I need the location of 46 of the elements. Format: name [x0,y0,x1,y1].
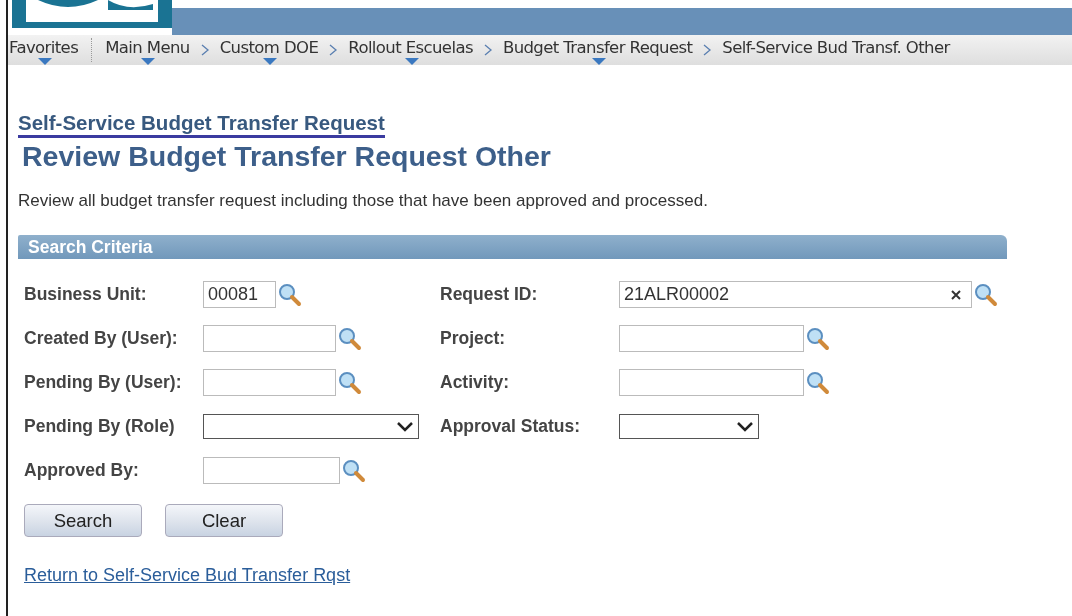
field-label: Business Unit: [24,284,148,305]
dropdown-icon[interactable] [141,58,156,65]
field-label: Activity: [440,372,511,393]
field-label: Project: [440,328,507,349]
breadcrumb-link[interactable]: Main Menu [104,35,193,65]
input-field[interactable] [203,369,336,396]
dropdown[interactable] [619,414,759,439]
dropdown-icon[interactable] [404,58,419,65]
dropdown-icon[interactable] [591,58,606,65]
page-description: Review all budget transfer request including those that have been approved and processed. [18,191,709,211]
close-icon[interactable] [951,290,961,300]
input-field[interactable] [619,325,804,352]
field-label: Pending By (User): [24,372,183,393]
input-field[interactable] [203,325,336,352]
section-header: Search Criteria [18,235,1007,259]
field-label: Pending By (Role) [24,416,176,437]
field-label: Created By (User): [24,328,179,349]
dropdown-icon[interactable] [37,58,52,65]
input-field[interactable]: 21ALR00002 [619,281,972,308]
field-label: Request ID: [440,284,539,305]
search-icon[interactable] [337,369,363,396]
breadcrumb-link[interactable]: Budget Transfer Request [501,35,696,65]
page-title: Review Budget Transfer Request Other [22,140,552,173]
input-field[interactable] [619,369,804,396]
breadcrumb-link[interactable]: Favorites [8,35,82,65]
parent-page-link[interactable]: Self-Service Budget Transfer Request [18,111,385,138]
clear-button[interactable]: Clear [165,504,283,537]
search-icon[interactable] [277,281,303,308]
dropdown-icon [396,420,414,433]
dropdown-icon[interactable] [262,58,277,65]
search-icon[interactable] [337,325,363,352]
breadcrumb-link[interactable]: Custom DOE [218,35,322,65]
search-icon[interactable] [805,369,831,396]
return-link[interactable]: Return to Self-Service Bud Transfer Rqst [24,565,351,586]
search-icon[interactable] [341,457,367,484]
field-label: Approved By: [24,460,140,481]
breadcrumb-link[interactable]: Rollout Escuelas [347,35,476,65]
search-button[interactable]: Search [24,504,142,537]
search-icon[interactable] [805,325,831,352]
breadcrumb-link[interactable]: Self-Service Bud Transf. Other [721,35,953,65]
input-field[interactable] [203,457,340,484]
field-label: Approval Status: [440,416,582,437]
dropdown[interactable] [203,414,419,439]
input-field[interactable]: 00081 [203,281,276,308]
search-icon[interactable] [973,281,999,308]
dropdown-icon [736,420,754,433]
